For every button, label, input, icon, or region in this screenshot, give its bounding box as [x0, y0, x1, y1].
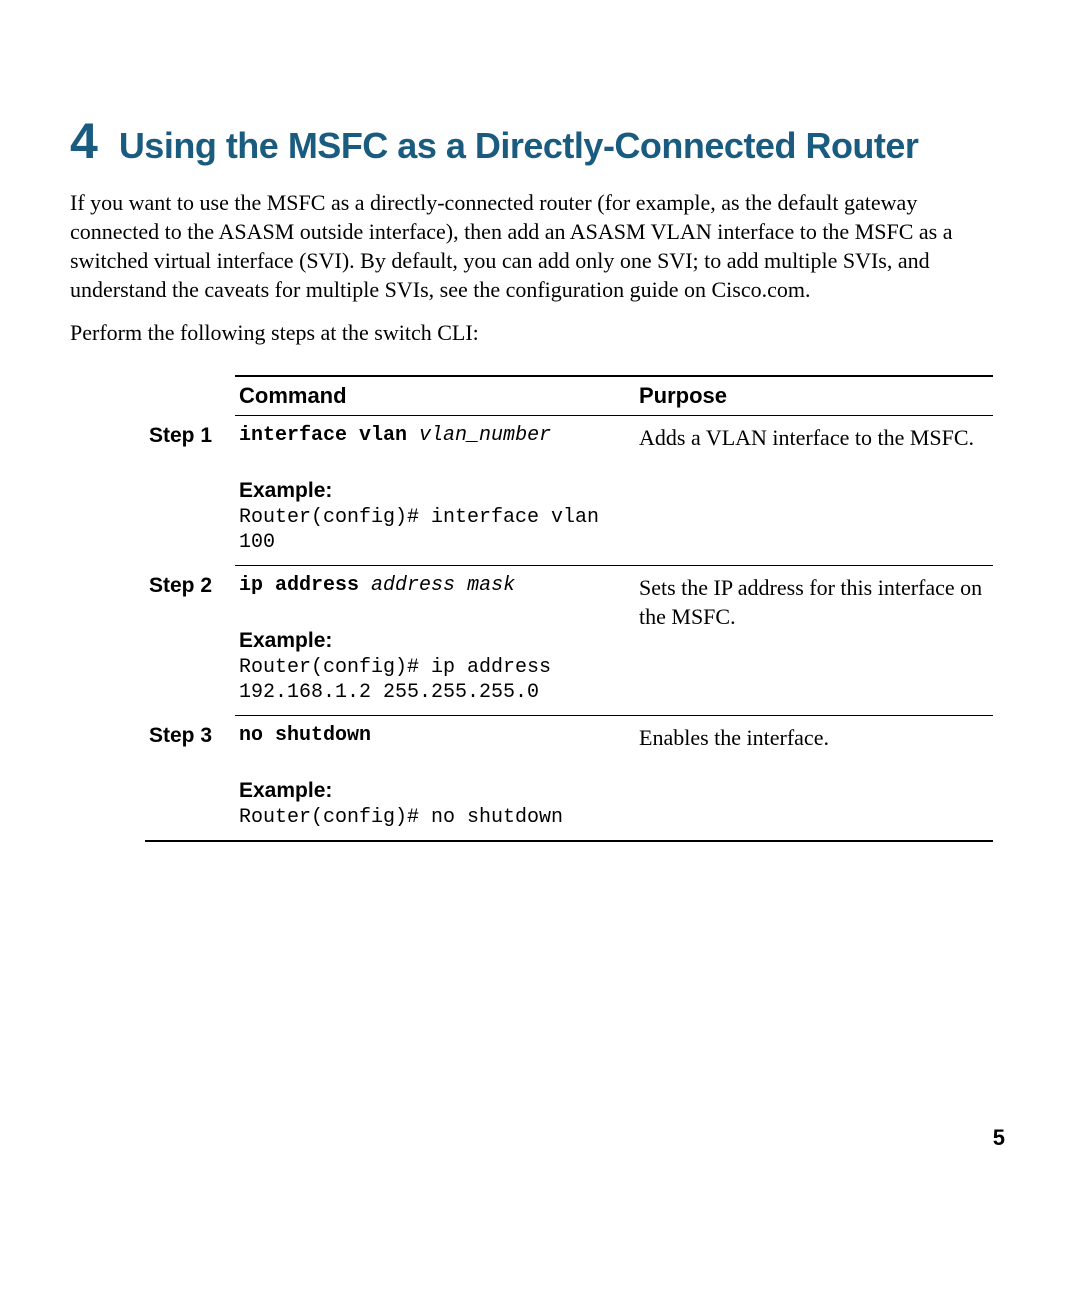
- table-header-purpose: Purpose: [635, 376, 993, 416]
- example-label: Example:: [239, 479, 625, 503]
- example-label: Example:: [239, 779, 625, 803]
- example-code: Router(config)# interface vlan 100: [239, 505, 625, 555]
- table-header-command: Command: [235, 376, 635, 416]
- purpose-cell: Sets the IP address for this interface o…: [635, 566, 993, 716]
- intro-paragraph: If you want to use the MSFC as a directl…: [70, 188, 1005, 304]
- table-header-row: Command Purpose: [145, 376, 993, 416]
- command-syntax: ip address address mask: [239, 574, 625, 597]
- section-title: Using the MSFC as a Directly-Connected R…: [119, 125, 919, 166]
- step-label: Step 1: [145, 416, 235, 566]
- example-code: Router(config)# ip address 192.168.1.2 2…: [239, 655, 625, 705]
- lead-paragraph: Perform the following steps at the switc…: [70, 318, 1005, 347]
- command-keyword: ip address: [239, 574, 359, 597]
- command-keyword: interface vlan: [239, 424, 407, 447]
- command-syntax: no shutdown: [239, 724, 625, 747]
- table-row: Step 2 ip address address mask Example: …: [145, 566, 993, 716]
- steps-table: Command Purpose Step 1 interface vlan vl…: [145, 375, 993, 842]
- command-keyword: no shutdown: [239, 724, 371, 747]
- step-label: Step 3: [145, 716, 235, 842]
- command-cell: ip address address mask Example: Router(…: [235, 566, 635, 716]
- command-argument: address mask: [371, 574, 515, 597]
- command-cell: no shutdown Example: Router(config)# no …: [235, 716, 635, 842]
- document-page: 4 Using the MSFC as a Directly-Connected…: [0, 0, 1080, 1311]
- table-header-step: [145, 376, 235, 416]
- section-heading: 4 Using the MSFC as a Directly-Connected…: [70, 112, 1005, 170]
- example-label: Example:: [239, 629, 625, 653]
- purpose-cell: Adds a VLAN interface to the MSFC.: [635, 416, 993, 566]
- step-label: Step 2: [145, 566, 235, 716]
- table-row: Step 1 interface vlan vlan_number Exampl…: [145, 416, 993, 566]
- command-cell: interface vlan vlan_number Example: Rout…: [235, 416, 635, 566]
- section-number: 4: [70, 113, 97, 169]
- example-code: Router(config)# no shutdown: [239, 805, 625, 830]
- table-row: Step 3 no shutdown Example: Router(confi…: [145, 716, 993, 842]
- command-syntax: interface vlan vlan_number: [239, 424, 625, 447]
- command-argument: vlan_number: [419, 424, 551, 447]
- page-number: 5: [993, 1125, 1005, 1151]
- purpose-cell: Enables the interface.: [635, 716, 993, 842]
